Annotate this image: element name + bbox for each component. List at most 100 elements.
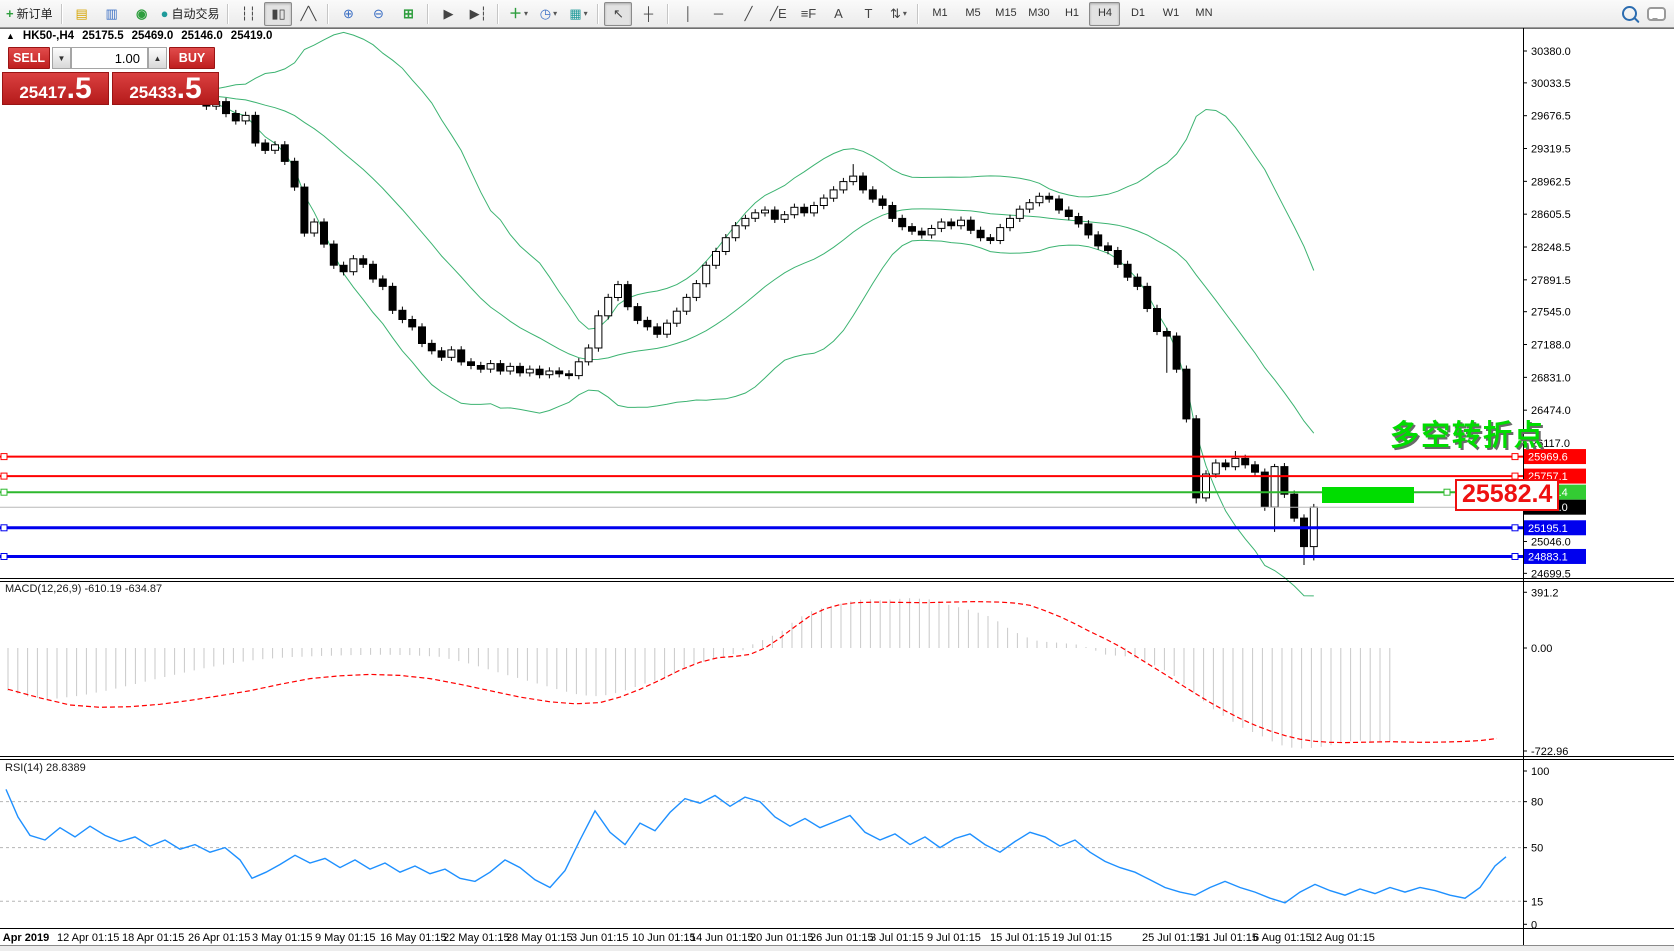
time-label: 3 Jul 01:15 xyxy=(870,932,924,944)
volume-increase-button[interactable]: ▲ xyxy=(148,47,167,69)
timeframe-M30-button[interactable]: M30 xyxy=(1023,2,1054,26)
ohlc-open: 25175.5 xyxy=(82,30,124,42)
time-label: 15 Jul 01:15 xyxy=(990,932,1050,944)
buy-price-main: 25433 xyxy=(129,83,176,103)
svg-text:29319.5: 29319.5 xyxy=(1531,144,1571,156)
timeframe-M15-button[interactable]: M15 xyxy=(990,2,1021,26)
timeframe-H1-button[interactable]: H1 xyxy=(1056,2,1087,26)
cursor-icon: ↖ xyxy=(613,7,624,20)
sell-price-display[interactable]: 25417 .5 xyxy=(2,72,109,105)
time-label: 8 Apr 2019 xyxy=(0,932,49,944)
toolbar-indicators-icon[interactable]: ＋▾ xyxy=(504,2,532,26)
data-window-icon: ▥ xyxy=(105,7,117,20)
timeframe-M5-button[interactable]: M5 xyxy=(957,2,988,26)
toolbar-zoom-out-icon[interactable]: ⊖ xyxy=(364,2,392,26)
collapse-ohlc-icon[interactable]: ▲ xyxy=(6,31,15,41)
periods-dropdown-icon[interactable]: ▾ xyxy=(553,10,557,18)
text-icon: A xyxy=(834,7,843,20)
svg-text:0.00: 0.00 xyxy=(1531,643,1552,655)
svg-text:26831.0: 26831.0 xyxy=(1531,372,1571,384)
timeframe-W1-button[interactable]: W1 xyxy=(1155,2,1186,26)
toolbar-text-label-icon[interactable]: T xyxy=(854,2,882,26)
arrows-dropdown-icon[interactable]: ▾ xyxy=(903,10,907,18)
time-label: 19 Jul 01:15 xyxy=(1052,932,1112,944)
toolbar-separator xyxy=(227,4,229,24)
toolbar-auto-trading-button[interactable]: ●自动交易 xyxy=(158,2,223,26)
search-icon[interactable] xyxy=(1622,6,1637,21)
volume-decrease-button[interactable]: ▼ xyxy=(52,47,71,69)
toolbar-chart-shift-icon[interactable]: ▶┆ xyxy=(464,2,492,26)
toolbar-separator xyxy=(427,4,429,24)
toolbar-candlestick-chart-icon[interactable]: ▮▯ xyxy=(264,2,292,26)
toolbar-crosshair-icon[interactable]: ┼ xyxy=(634,2,662,26)
time-label: 3 May 01:15 xyxy=(252,932,313,944)
volume-input[interactable]: 1.00 xyxy=(71,47,148,69)
timeframe-H4-button[interactable]: H4 xyxy=(1089,2,1120,26)
new-order-icon: + xyxy=(6,7,14,20)
navigator-icon: ◉ xyxy=(136,7,147,20)
svg-text:28962.5: 28962.5 xyxy=(1531,176,1571,188)
toolbar-horizontal-line-icon[interactable]: ─ xyxy=(704,2,732,26)
toolbar-market-watch-icon[interactable]: ▤ xyxy=(68,2,96,26)
toolbar-separator xyxy=(61,4,63,24)
toolbar-periods-icon[interactable]: ◷▾ xyxy=(534,2,562,26)
svg-text:30380.0: 30380.0 xyxy=(1531,46,1571,58)
channel-icon: ╱E xyxy=(770,7,787,20)
time-label: 31 Jul 01:15 xyxy=(1198,932,1258,944)
toolbar-templates-icon[interactable]: ▦▾ xyxy=(564,2,592,26)
sell-price-frac: .5 xyxy=(67,74,92,104)
ohlc-low: 25146.0 xyxy=(181,30,223,42)
arrows-icon: ⇅ xyxy=(890,7,901,20)
auto-trading-label: 自动交易 xyxy=(171,8,219,20)
bar-chart-icon: ┆┆ xyxy=(241,7,257,20)
time-label: 26 Apr 01:15 xyxy=(188,932,250,944)
toolbar-separator xyxy=(917,4,919,24)
svg-text:30033.5: 30033.5 xyxy=(1531,78,1571,90)
time-label: 16 May 01:15 xyxy=(380,932,447,944)
buy-button[interactable]: BUY xyxy=(169,47,215,69)
buy-button-label: BUY xyxy=(179,51,205,65)
line-chart-icon: ╱╲ xyxy=(301,7,317,20)
market-watch-icon: ▤ xyxy=(75,7,87,20)
toolbar-zoom-in-icon[interactable]: ⊕ xyxy=(334,2,362,26)
toolbar-fibonacci-icon[interactable]: ≡F xyxy=(794,2,822,26)
toolbar-arrows-icon[interactable]: ⇅▾ xyxy=(884,2,912,26)
time-axis[interactable]: 8 Apr 201912 Apr 01:1518 Apr 01:1526 Apr… xyxy=(0,932,1375,944)
indicators-dropdown-icon[interactable]: ▾ xyxy=(524,10,528,18)
main-toolbar: +新订单 ▤ ▥ ◉ ●自动交易 ┆┆ ▮▯ ╱╲ ⊕ ⊖⊞ ▶ ▶┆ ＋▾◷▾▦▾ ↖ ┼ │─ ╱ ╱E ≡F A… xyxy=(0,0,1674,28)
one-click-trade-panel: SELL ▼ 1.00 ▲ BUY 25417 .5 25433 .5 xyxy=(2,44,220,106)
timeframe-M1-button[interactable]: M1 xyxy=(924,2,955,26)
chat-icon[interactable] xyxy=(1647,7,1666,21)
price-callout-box[interactable]: 25582.4 xyxy=(1455,479,1559,511)
time-label: 6 Aug 01:15 xyxy=(1253,932,1312,944)
symbol-header: ▲ HK50-,H4 25175.5 25469.0 25146.0 25419… xyxy=(6,30,272,42)
toolbar-tile-windows-icon[interactable]: ⊞ xyxy=(394,2,422,26)
toolbar-vertical-line-icon[interactable]: │ xyxy=(674,2,702,26)
toolbar-navigator-icon[interactable]: ◉ xyxy=(128,2,156,26)
svg-text:28605.5: 28605.5 xyxy=(1531,209,1571,221)
chart-text-annotation[interactable]: 多空转折点 xyxy=(1390,412,1545,454)
time-label: 26 Jun 01:15 xyxy=(810,932,874,944)
zoom-in-icon: ⊕ xyxy=(343,7,354,20)
buy-price-display[interactable]: 25433 .5 xyxy=(112,72,219,105)
toolbar-new-order-button[interactable]: +新订单 xyxy=(3,2,56,26)
time-label: 12 Aug 01:15 xyxy=(1310,932,1375,944)
toolbar-line-chart-icon[interactable]: ╱╲ xyxy=(294,2,322,26)
chart-area[interactable] xyxy=(0,28,1523,928)
toolbar-text-icon[interactable]: A xyxy=(824,2,852,26)
svg-text:24883.1: 24883.1 xyxy=(1528,551,1568,563)
toolbar-channel-icon[interactable]: ╱E xyxy=(764,2,792,26)
symbol-title: HK50-,H4 xyxy=(23,30,74,42)
sell-button[interactable]: SELL xyxy=(8,47,50,69)
timeframe-MN-button[interactable]: MN xyxy=(1188,2,1219,26)
toolbar-data-window-icon[interactable]: ▥ xyxy=(98,2,126,26)
trendline-icon: ╱ xyxy=(745,7,753,20)
toolbar-cursor-icon[interactable]: ↖ xyxy=(604,2,632,26)
toolbar-auto-scroll-icon[interactable]: ▶ xyxy=(434,2,462,26)
toolbar-trendline-icon[interactable]: ╱ xyxy=(734,2,762,26)
auto-scroll-icon: ▶ xyxy=(443,7,453,20)
templates-dropdown-icon[interactable]: ▾ xyxy=(584,10,588,18)
toolbar-bar-chart-icon[interactable]: ┆┆ xyxy=(234,2,262,26)
svg-text:24699.5: 24699.5 xyxy=(1531,568,1571,580)
timeframe-D1-button[interactable]: D1 xyxy=(1122,2,1153,26)
